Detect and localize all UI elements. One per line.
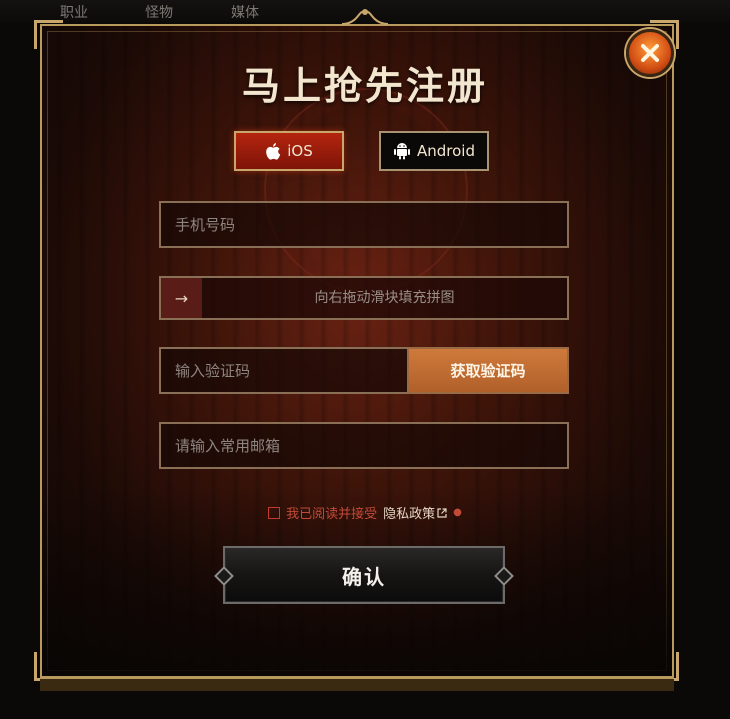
agreement-dot: ● [453, 507, 462, 518]
background-emblem [264, 88, 468, 292]
slider-instruction: 向右拖动滑块填充拼图 [314, 290, 455, 306]
modal-bottom-strip [40, 678, 674, 691]
android-label: Android [417, 142, 475, 160]
modal-title: 马上抢先注册 [241, 64, 488, 108]
get-code-button[interactable]: 获取验证码 [407, 347, 569, 394]
privacy-policy-link[interactable]: 隐私政策 [383, 503, 447, 522]
close-x-icon [641, 44, 659, 62]
confirm-button[interactable]: 确认 [214, 546, 514, 604]
apple-icon [266, 142, 281, 160]
ios-label: iOS [287, 142, 313, 160]
arrow-right-icon: → [174, 288, 189, 308]
agree-text: 我已阅读并接受 [286, 507, 378, 522]
close-button[interactable] [626, 29, 674, 77]
verification-code-input[interactable] [161, 349, 409, 392]
slider-captcha: → 向右拖动滑块填充拼图 [159, 276, 569, 320]
email-input[interactable] [161, 424, 567, 467]
nav-item-monsters[interactable]: 怪物 [145, 2, 173, 22]
confirm-label: 确认 [342, 564, 386, 589]
phone-field-frame [159, 201, 569, 248]
nav-item-careers[interactable]: 职业 [60, 2, 88, 22]
slider-handle[interactable]: → [161, 278, 202, 318]
top-ornament-icon [341, 9, 389, 25]
android-icon [394, 143, 410, 160]
agree-checkbox[interactable] [268, 506, 281, 519]
verification-code-row: 获取验证码 [159, 347, 569, 394]
email-field-frame [159, 422, 569, 469]
corner-ornament-bottom-left [34, 652, 63, 681]
phone-input[interactable] [161, 203, 567, 246]
android-button[interactable]: Android [379, 131, 489, 171]
privacy-link-label: 隐私政策 [383, 507, 436, 522]
ios-button[interactable]: iOS [234, 131, 344, 171]
corner-ornament-bottom-right [650, 652, 679, 681]
privacy-agreement: 我已阅读并接受 隐私政策 ● [0, 503, 730, 522]
corner-ornament-top-left [34, 20, 63, 49]
nav-item-media[interactable]: 媒体 [231, 2, 259, 22]
nav-edge-fragment [0, 3, 6, 15]
external-link-icon [437, 507, 447, 518]
code-field-frame [159, 347, 409, 394]
